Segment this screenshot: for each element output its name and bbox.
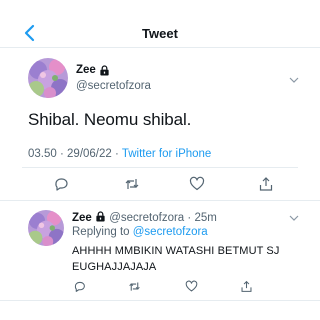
replying-to-mention[interactable]: @secretofzora (133, 226, 208, 238)
chevron-down-icon[interactable] (289, 76, 299, 84)
author-name[interactable]: Zee (76, 64, 110, 76)
like-button[interactable] (185, 280, 198, 293)
share-icon (259, 177, 273, 191)
reply-avatar[interactable] (28, 210, 64, 246)
share-button[interactable] (240, 280, 253, 293)
section-divider (0, 200, 320, 201)
meta-divider (22, 167, 298, 168)
reply-button[interactable] (53, 176, 69, 192)
top-bar: Tweet (0, 0, 320, 48)
bottom-divider (0, 300, 320, 301)
author-handle[interactable]: @secretofzora (76, 80, 151, 92)
retweet-button[interactable] (128, 280, 141, 293)
tweet-time: 03.50 (28, 148, 57, 160)
retweet-icon (125, 179, 139, 189)
reply-button[interactable] (73, 280, 86, 293)
page-title: Tweet (142, 26, 178, 41)
retweet-button[interactable] (124, 176, 140, 192)
tweet-date: 29/06/22 (67, 148, 112, 160)
reply-author-name[interactable]: Zee (72, 212, 92, 224)
heart-icon (189, 176, 205, 191)
tweet-source-link[interactable]: Twitter for iPhone (122, 148, 211, 160)
meta-separator: · (187, 212, 192, 224)
tweet-text: Shibal. Neomu shibal. (28, 110, 192, 129)
reply-header: Zee @secretofzora · 25m (72, 211, 217, 224)
meta-separator: · (115, 148, 119, 160)
chevron-down-icon[interactable] (289, 214, 299, 222)
replying-to-label: Replying to (72, 226, 130, 238)
meta-separator: · (59, 148, 64, 160)
reply-icon (55, 178, 68, 191)
like-button[interactable] (189, 176, 205, 192)
lock-icon (100, 64, 109, 76)
share-icon (241, 280, 252, 292)
share-button[interactable] (258, 176, 274, 192)
retweet-icon (129, 282, 140, 291)
heart-icon (185, 280, 198, 292)
header-divider (0, 47, 320, 48)
avatar[interactable] (28, 58, 68, 98)
reply-author-handle[interactable]: @secretofzora (109, 212, 184, 224)
reply-age: 25m (194, 212, 217, 224)
tweet-meta: 03.50 · 29/06/22 · Twitter for iPhone (28, 148, 211, 160)
replying-to: Replying to @secretofzora (72, 226, 208, 238)
reply-icon (74, 281, 85, 292)
lock-icon (96, 211, 105, 222)
reply-text: AHHHH MMBIKIN WATASHI BETMUT SJ EUGHAJJA… (72, 245, 280, 273)
author-name-text: Zee (76, 64, 96, 76)
